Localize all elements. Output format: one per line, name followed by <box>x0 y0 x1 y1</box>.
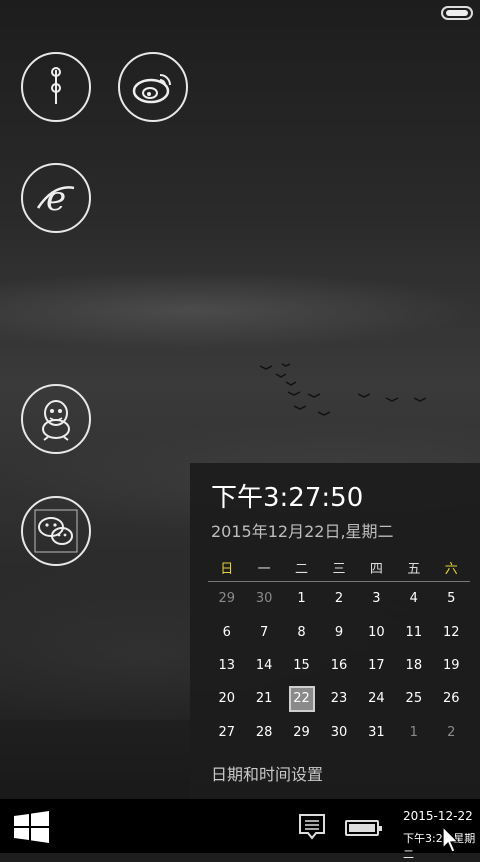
weekday-sun: 日 <box>220 561 234 577</box>
weekday-fri: 五 <box>407 561 421 577</box>
calendar-day[interactable]: 5 <box>433 591 470 606</box>
today-marker: 22 <box>288 685 315 712</box>
calendar-day[interactable]: 16 <box>320 658 357 673</box>
wallpaper-cloud <box>0 270 480 350</box>
calendar-day[interactable]: 31 <box>358 725 395 740</box>
calendar-day[interactable]: 2 <box>320 591 357 606</box>
weekday-tue: 二 <box>295 561 309 577</box>
ie-browser-tile[interactable]: e <box>21 163 91 233</box>
calendar-day[interactable]: 2 <box>433 725 470 740</box>
scissors-app-tile[interactable] <box>21 52 91 122</box>
calendar-day[interactable]: 30 <box>320 725 357 740</box>
qq-icon <box>42 400 70 441</box>
calendar-week: 20 21 22 23 24 25 26 <box>208 682 470 715</box>
calendar-flyout: 下午3:27:50 2015年12月22日,星期二 日 一 二 三 四 五 六 … <box>190 463 480 799</box>
qq-app-tile[interactable] <box>21 384 91 454</box>
weekday-wed: 三 <box>332 561 346 577</box>
calendar-week: 13 14 15 16 17 18 19 <box>208 649 470 682</box>
birds-wallpaper <box>259 363 427 416</box>
ie-icon: e <box>36 179 75 218</box>
calendar-day[interactable]: 11 <box>395 625 432 640</box>
calendar-day[interactable]: 6 <box>208 625 245 640</box>
calendar-week: 27 28 29 30 31 1 2 <box>208 716 470 749</box>
calendar-day[interactable]: 8 <box>283 625 320 640</box>
notification-center-icon[interactable] <box>298 813 326 841</box>
calendar-week: 29 30 1 2 3 4 5 <box>208 582 470 615</box>
battery-icon[interactable] <box>345 820 382 836</box>
weibo-icon <box>132 74 171 104</box>
weekday-sat: 六 <box>444 561 458 577</box>
calendar-day[interactable]: 1 <box>283 591 320 606</box>
svg-text:e: e <box>46 179 66 218</box>
wechat-icon <box>34 509 78 553</box>
calendar-day[interactable]: 13 <box>208 658 245 673</box>
weekday-header: 日 一 二 三 四 五 六 <box>208 553 470 582</box>
calendar-day[interactable]: 15 <box>283 658 320 673</box>
calendar-day[interactable]: 29 <box>208 591 245 606</box>
calendar-day-today[interactable]: 22 <box>283 685 320 712</box>
calendar-day[interactable]: 3 <box>358 591 395 606</box>
calendar-day[interactable]: 26 <box>433 691 470 706</box>
date-time-settings-link[interactable]: 日期和时间设置 <box>211 761 323 785</box>
calendar-day[interactable]: 4 <box>395 591 432 606</box>
calendar-day[interactable]: 14 <box>245 658 282 673</box>
toggle-icon[interactable] <box>441 6 473 20</box>
calendar-day[interactable]: 7 <box>245 625 282 640</box>
calendar-grid: 日 一 二 三 四 五 六 29 30 1 2 3 4 5 6 7 8 9 10… <box>208 553 470 749</box>
windows-start-icon[interactable] <box>14 811 50 843</box>
calendar-day[interactable]: 24 <box>358 691 395 706</box>
calendar-date: 2015年12月22日,星期二 <box>211 522 394 541</box>
mouse-cursor-icon <box>442 826 460 853</box>
calendar-day[interactable]: 20 <box>208 691 245 706</box>
taskbar-clock-date[interactable]: 2015-12-22 <box>403 809 473 823</box>
calendar-day[interactable]: 9 <box>320 625 357 640</box>
calendar-day[interactable]: 21 <box>245 691 282 706</box>
taskbar: 2015-12-22 下午3:27 星期二 <box>0 799 480 861</box>
calendar-day[interactable]: 30 <box>245 591 282 606</box>
weekday-thu: 四 <box>369 561 383 577</box>
calendar-day[interactable]: 17 <box>358 658 395 673</box>
weibo-app-tile[interactable] <box>118 52 188 122</box>
calendar-day[interactable]: 19 <box>433 658 470 673</box>
calendar-day[interactable]: 29 <box>283 725 320 740</box>
calendar-day[interactable]: 23 <box>320 691 357 706</box>
calendar-day[interactable]: 12 <box>433 625 470 640</box>
app-icon <box>51 67 61 104</box>
calendar-day[interactable]: 28 <box>245 725 282 740</box>
calendar-week: 6 7 8 9 10 11 12 <box>208 615 470 648</box>
weekday-mon: 一 <box>257 561 271 577</box>
calendar-day[interactable]: 18 <box>395 658 432 673</box>
wechat-app-tile[interactable] <box>21 496 91 566</box>
calendar-day[interactable]: 1 <box>395 725 432 740</box>
calendar-day[interactable]: 27 <box>208 725 245 740</box>
calendar-time: 下午3:27:50 <box>211 483 364 513</box>
calendar-day[interactable]: 10 <box>358 625 395 640</box>
calendar-day[interactable]: 25 <box>395 691 432 706</box>
